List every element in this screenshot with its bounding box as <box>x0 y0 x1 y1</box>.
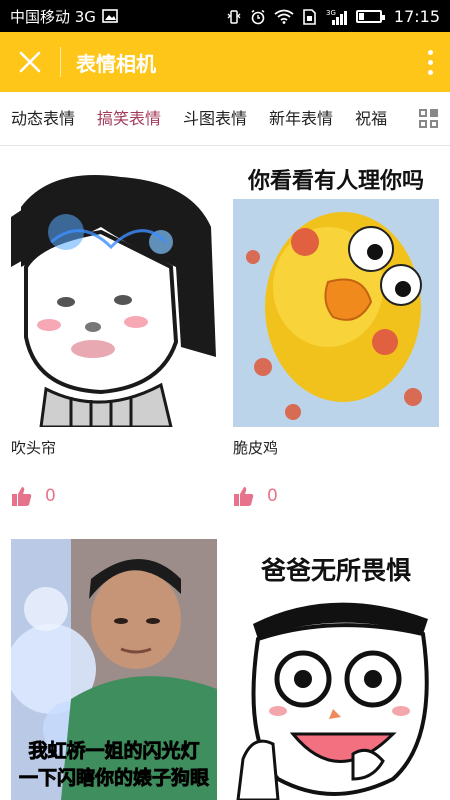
like-count: 0 <box>45 486 56 506</box>
meme-card[interactable]: 吹头帘 0 <box>11 157 217 507</box>
page-title: 表情相机 <box>76 51 156 76</box>
alarm-icon <box>250 9 266 25</box>
meme-overlay-text: 爸爸无所畏惧 <box>260 556 411 585</box>
meme-image[interactable] <box>11 157 217 427</box>
tab-battle[interactable]: 斗图表情 <box>172 92 258 145</box>
meme-image[interactable]: 你看看有人理你吗 <box>233 157 439 427</box>
meme-overlay-text: 你看看有人理你吗 <box>247 168 424 194</box>
signal-icon: 3G <box>326 9 348 25</box>
like-counter[interactable]: 0 <box>11 485 217 507</box>
carrier-label: 中国移动 3G <box>10 7 96 26</box>
divider <box>60 47 61 77</box>
svg-text:3G: 3G <box>326 9 336 17</box>
meme-overlay-text-2: 一下闪瞎你的婊子狗眼 <box>19 766 209 789</box>
meme-feed[interactable]: 吹头帘 0 你看看有人理你吗 脆皮鸡 0 我虹桥一姐的闪光灯 一下闪瞎你的婊子狗… <box>0 147 450 800</box>
battery-icon <box>355 9 385 23</box>
status-bar: 中国移动 3G 3G 17:15 <box>0 0 450 32</box>
tab-new-year[interactable]: 新年表情 <box>258 92 344 145</box>
meme-title: 吹头帘 <box>11 439 57 457</box>
meme-image[interactable]: 我虹桥一姐的闪光灯 一下闪瞎你的婊子狗眼 <box>11 539 217 800</box>
sim-icon <box>302 9 318 25</box>
more-vert-icon <box>427 49 433 55</box>
grid-icon <box>419 109 439 129</box>
clock: 17:15 <box>393 6 440 26</box>
all-categories-button[interactable] <box>408 92 450 145</box>
close-button[interactable] <box>0 32 60 92</box>
meme-card[interactable]: 你看看有人理你吗 脆皮鸡 0 <box>233 157 439 507</box>
thumbs-up-icon[interactable] <box>11 485 33 507</box>
meme-overlay-text-1: 我虹桥一姐的闪光灯 <box>28 739 199 762</box>
like-counter[interactable]: 0 <box>233 485 439 507</box>
meme-card[interactable]: 爸爸无所畏惧 <box>233 539 439 800</box>
meme-card[interactable]: 我虹桥一姐的闪光灯 一下闪瞎你的婊子狗眼 <box>11 539 217 800</box>
meme-title: 脆皮鸡 <box>233 439 279 457</box>
tab-dynamic[interactable]: 动态表情 <box>0 92 86 145</box>
vibrate-icon <box>226 9 242 24</box>
tab-funny[interactable]: 搞笑表情 <box>86 92 172 145</box>
app-bar: 表情相机 <box>0 32 450 92</box>
like-count: 0 <box>267 486 278 506</box>
meme-image[interactable]: 爸爸无所畏惧 <box>233 539 439 800</box>
thumbs-up-icon[interactable] <box>233 485 255 507</box>
tab-blessing[interactable]: 祝福 <box>344 92 398 145</box>
close-icon <box>19 51 41 73</box>
wifi-icon <box>274 9 294 24</box>
image-notification-icon <box>102 9 118 23</box>
category-tabs: 动态表情 搞笑表情 斗图表情 新年表情 祝福 <box>0 92 450 146</box>
more-options-button[interactable] <box>410 32 450 92</box>
